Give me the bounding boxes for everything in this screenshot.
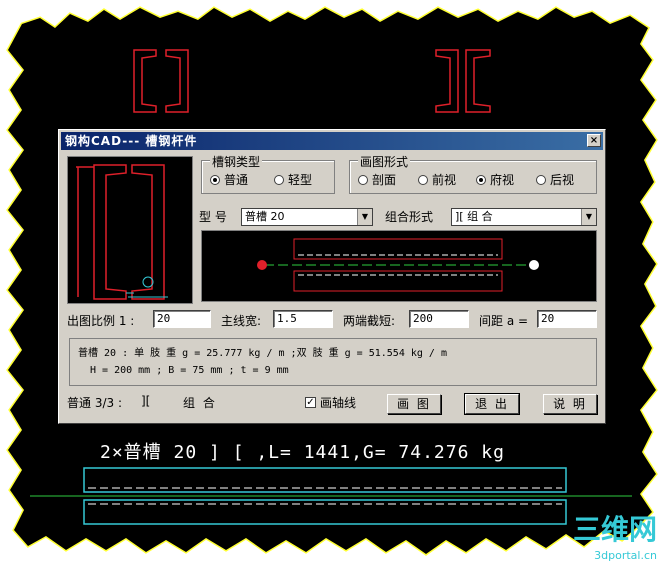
chevron-down-icon[interactable]: ▼ bbox=[581, 209, 596, 225]
radio-dot[interactable] bbox=[210, 174, 220, 185]
line-width-input[interactable]: 1.5 bbox=[273, 310, 333, 328]
watermark-url: 3dportal.cn bbox=[594, 549, 657, 562]
exit-button[interactable]: 退 出 bbox=[464, 393, 520, 415]
section-preview bbox=[67, 156, 193, 304]
radio-draw-back[interactable]: 后视 bbox=[536, 171, 574, 188]
radio-label: 府视 bbox=[490, 173, 515, 187]
draw-style-title: 画图形式 bbox=[358, 153, 411, 170]
radio-label: 前视 bbox=[432, 173, 457, 187]
help-button[interactable]: 说 明 bbox=[543, 394, 597, 414]
end-cut-input[interactable]: 200 bbox=[409, 310, 469, 328]
draw-button[interactable]: 画 图 bbox=[387, 394, 441, 414]
gap-label: 间距 a = bbox=[479, 314, 529, 328]
watermark-logo: 三维网 bbox=[572, 513, 657, 546]
radio-draw-front[interactable]: 前视 bbox=[418, 171, 456, 188]
combo-select[interactable]: ][ 组 合 ▼ bbox=[451, 208, 597, 226]
radio-type-standard[interactable]: 普通 bbox=[210, 171, 248, 188]
gap-input[interactable]: 20 bbox=[537, 310, 597, 328]
draw-style-group: 画图形式 剖面 前视 府视 后视 bbox=[349, 153, 597, 194]
end-cut-label: 两端截短: bbox=[343, 314, 396, 328]
top-view-drawing bbox=[257, 238, 539, 292]
chevron-down-icon[interactable]: ▼ bbox=[357, 209, 372, 225]
radio-type-light[interactable]: 轻型 bbox=[274, 171, 312, 188]
status-combo: 组 合 bbox=[183, 396, 217, 410]
status-symbol: ][ bbox=[141, 394, 151, 408]
check-icon[interactable]: ✓ bbox=[305, 397, 316, 408]
channel-type-group: 槽钢类型 普通 轻型 bbox=[201, 153, 335, 194]
radio-dot[interactable] bbox=[418, 174, 428, 185]
radio-draw-top[interactable]: 府视 bbox=[476, 171, 514, 188]
weight-info: 普槽 20 : 单 肢 重 g = 25.777 kg / m ;双 肢 重 g… bbox=[78, 348, 447, 359]
close-button[interactable]: × bbox=[587, 134, 601, 147]
model-select[interactable]: 普槽 20 ▼ bbox=[241, 208, 373, 226]
radio-dot[interactable] bbox=[536, 174, 546, 185]
model-label: 型 号 bbox=[199, 210, 227, 224]
radio-dot[interactable] bbox=[358, 174, 368, 185]
radio-dot[interactable] bbox=[274, 174, 284, 185]
radio-label: 轻型 bbox=[288, 173, 313, 187]
scale-input[interactable]: 20 bbox=[153, 310, 211, 328]
combo-value: ][ 组 合 bbox=[455, 210, 493, 223]
dialog-titlebar[interactable]: 钢构CAD--- 槽钢杆件 × bbox=[61, 132, 603, 150]
radio-label: 剖面 bbox=[372, 173, 397, 187]
drawing-caption: 2×普槽 20 ] [ ,L= 1441,G= 74.276 kg bbox=[100, 442, 505, 463]
combo-label: 组合形式 bbox=[385, 210, 434, 224]
radio-dot[interactable] bbox=[476, 174, 486, 185]
radio-label: 普通 bbox=[224, 173, 249, 187]
channel-type-title: 槽钢类型 bbox=[210, 153, 263, 170]
status-count: 普通 3/3 : bbox=[67, 396, 122, 410]
radio-label: 后视 bbox=[550, 173, 575, 187]
dialog-title: 钢构CAD--- 槽钢杆件 bbox=[65, 134, 198, 148]
model-value: 普槽 20 bbox=[245, 210, 285, 223]
axis-line-checkbox[interactable]: ✓ 画轴线 bbox=[305, 394, 356, 411]
top-view-preview bbox=[201, 230, 597, 302]
channel-steel-dialog: 钢构CAD--- 槽钢杆件 × 槽钢类型 普通 轻型 画图形式 剖面 前视 府视… bbox=[58, 129, 606, 424]
scale-label: 出图比例 1 : bbox=[67, 314, 135, 328]
axis-line-label: 画轴线 bbox=[320, 396, 357, 410]
section-preview-drawing bbox=[76, 164, 168, 300]
line-width-label: 主线宽: bbox=[221, 314, 262, 328]
dimension-info: H = 200 mm ; B = 75 mm ; t = 9 mm bbox=[90, 365, 289, 376]
section-info-panel: 普槽 20 : 单 肢 重 g = 25.777 kg / m ;双 肢 重 g… bbox=[69, 338, 597, 386]
radio-draw-section[interactable]: 剖面 bbox=[358, 171, 396, 188]
